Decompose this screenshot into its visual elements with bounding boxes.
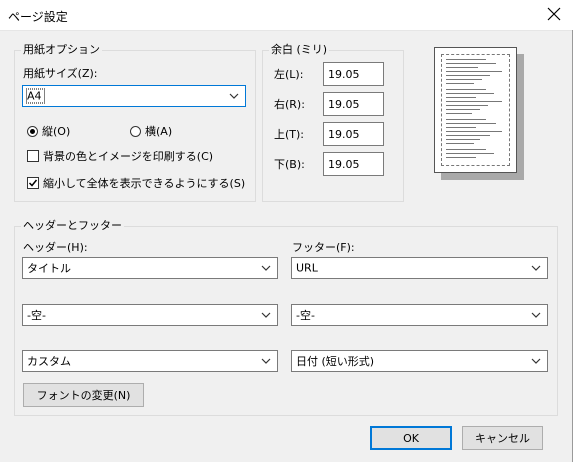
preview-text-line	[446, 123, 496, 124]
preview-text-line	[446, 113, 472, 114]
preview-text-line	[446, 71, 502, 72]
preview-text-line	[446, 143, 474, 144]
chevron-down-icon	[261, 312, 271, 318]
header-select-1[interactable]: タイトル	[22, 257, 278, 279]
ok-button[interactable]: OK	[370, 426, 452, 450]
checkmark-icon	[28, 179, 38, 187]
margins-title: 余白 (ミリ)	[269, 43, 330, 57]
preview-text-line	[446, 83, 474, 84]
footer-label: フッター(F):	[292, 241, 355, 254]
page-preview-content	[441, 54, 510, 166]
orientation-portrait-label: 縦(O)	[42, 125, 71, 138]
change-font-button[interactable]: フォントの変更(N)	[23, 383, 144, 407]
header-footer-title: ヘッダーとフッター	[21, 219, 124, 233]
preview-text-line	[446, 135, 490, 136]
preview-text-line	[446, 131, 502, 132]
orientation-landscape-label: 横(A)	[145, 125, 173, 138]
cancel-button[interactable]: キャンセル	[462, 426, 543, 450]
margin-right-input[interactable]	[323, 92, 384, 116]
footer-select-2-value: -空-	[296, 309, 315, 322]
chevron-down-icon	[531, 358, 541, 364]
preview-text-line	[446, 127, 476, 128]
paper-size-label: 用紙サイズ(Z):	[23, 67, 98, 80]
header-select-3-value: カスタム	[27, 355, 71, 368]
chevron-down-icon	[229, 93, 239, 99]
footer-select-3[interactable]: 日付 (短い形式)	[291, 350, 548, 372]
orientation-landscape-radio[interactable]: 横(A)	[130, 123, 172, 139]
window-title: ページ設定	[8, 10, 68, 24]
paper-options-title: 用紙オプション	[21, 43, 102, 57]
preview-text-line	[446, 93, 494, 94]
preview-text-line	[446, 119, 486, 120]
page-preview	[434, 47, 517, 173]
preview-text-line	[446, 101, 502, 102]
checkbox-indicator	[27, 150, 39, 162]
header-select-1-value: タイトル	[27, 262, 71, 275]
footer-select-3-value: 日付 (短い形式)	[296, 355, 375, 368]
footer-select-2[interactable]: -空-	[291, 304, 548, 326]
preview-text-line	[446, 89, 486, 90]
header-select-2[interactable]: -空-	[22, 304, 278, 326]
margin-top-input[interactable]	[323, 122, 384, 146]
preview-text-line	[446, 109, 480, 110]
footer-select-1-value: URL	[296, 261, 318, 275]
chevron-down-icon	[261, 265, 271, 271]
shrink-to-fit-checkbox[interactable]: 縮小して全体を表示できるようにする(S)	[27, 175, 245, 191]
preview-text-line	[446, 97, 476, 98]
checkbox-indicator	[27, 177, 39, 189]
preview-text-line	[446, 157, 476, 158]
chevron-down-icon	[531, 265, 541, 271]
close-icon	[547, 7, 561, 21]
radio-indicator	[130, 125, 141, 137]
margin-left-label: 左(L):	[274, 68, 304, 81]
header-select-2-value: -空-	[27, 309, 46, 322]
margin-right-label: 右(R):	[274, 98, 305, 111]
margin-bottom-input[interactable]	[323, 152, 384, 176]
preview-text-line	[446, 105, 488, 106]
footer-select-1[interactable]: URL	[291, 257, 548, 279]
header-select-3[interactable]: カスタム	[22, 350, 278, 372]
paper-size-select[interactable]: A4	[22, 85, 246, 107]
chevron-down-icon	[531, 312, 541, 318]
paper-size-value: A4	[26, 88, 45, 104]
print-background-label: 背景の色とイメージを印刷する(C)	[43, 150, 214, 163]
preview-text-line	[446, 153, 494, 154]
margin-bottom-label: 下(B):	[274, 158, 305, 171]
chevron-down-icon	[261, 358, 271, 364]
close-button[interactable]	[541, 3, 567, 27]
shrink-to-fit-label: 縮小して全体を表示できるようにする(S)	[43, 177, 246, 190]
print-background-checkbox[interactable]: 背景の色とイメージを印刷する(C)	[27, 148, 213, 164]
preview-text-line	[446, 59, 486, 60]
preview-text-line	[446, 75, 490, 76]
preview-text-line	[446, 79, 482, 80]
orientation-portrait-radio[interactable]: 縦(O)	[27, 123, 70, 139]
margin-top-label: 上(T):	[274, 128, 305, 141]
title-bar: ページ設定	[0, 0, 573, 31]
header-label: ヘッダー(H):	[23, 241, 88, 254]
preview-text-line	[446, 139, 480, 140]
preview-text-line	[446, 149, 486, 150]
radio-indicator	[27, 125, 38, 137]
preview-text-line	[446, 63, 496, 64]
preview-text-line	[446, 67, 478, 68]
margin-left-input[interactable]	[323, 62, 384, 86]
